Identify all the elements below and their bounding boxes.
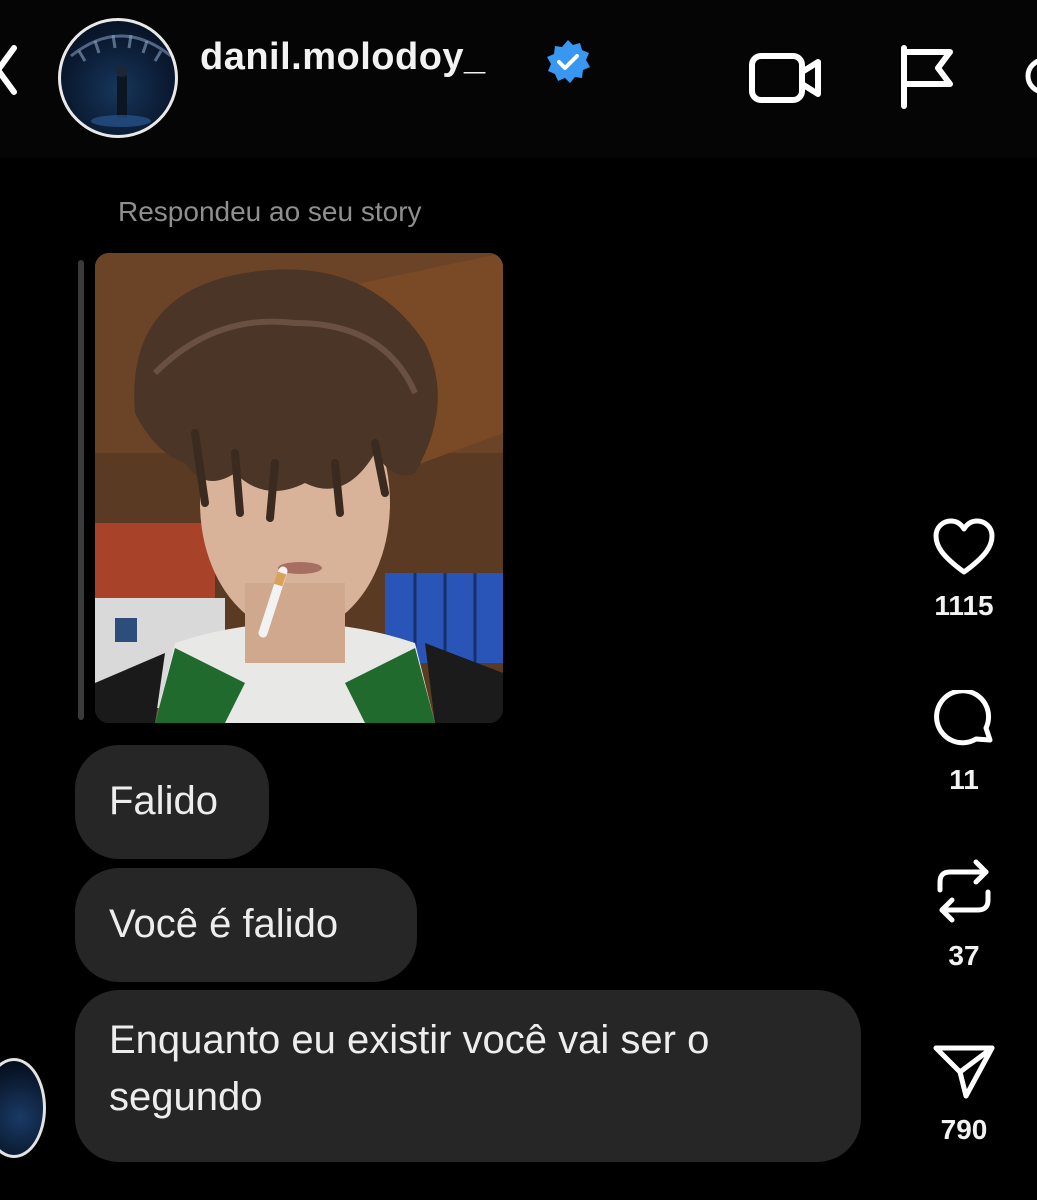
story-reply-label: Respondeu ao seu story <box>118 196 422 227</box>
story-photo <box>95 253 503 723</box>
message-bubble[interactable]: Você é falido <box>75 868 417 982</box>
username[interactable]: danil.molodoy_ <box>200 36 486 79</box>
quote-bar <box>78 260 84 720</box>
back-icon[interactable] <box>0 40 18 100</box>
sender-avatar[interactable] <box>0 1058 46 1158</box>
avatar-photo <box>70 34 172 127</box>
repost-count: 37 <box>948 940 980 971</box>
comment-action[interactable]: 11 <box>922 690 1006 796</box>
comment-count: 11 <box>949 764 979 795</box>
avatar[interactable] <box>58 18 178 138</box>
like-action[interactable]: 1115 <box>922 518 1006 622</box>
message-text: Você é falido <box>109 902 339 946</box>
share-count: 790 <box>940 1114 988 1145</box>
verified-icon <box>547 40 590 83</box>
message-bubble[interactable]: Enquanto eu existir você vai ser o segun… <box>75 990 861 1162</box>
like-count: 1115 <box>934 590 994 621</box>
send-icon[interactable] <box>932 1042 996 1100</box>
share-action[interactable]: 790 <box>922 1042 1006 1146</box>
repost-action[interactable]: 37 <box>922 856 1006 972</box>
message-text: Falido <box>109 779 218 823</box>
heart-icon[interactable] <box>932 518 996 576</box>
comment-icon[interactable] <box>932 690 996 750</box>
story-preview-image[interactable] <box>95 253 503 723</box>
message-text: Enquanto eu existir você vai ser o segun… <box>109 1018 710 1119</box>
flag-icon[interactable] <box>896 44 958 110</box>
chat-header: danil.molodoy_ <box>0 0 1037 158</box>
info-icon[interactable] <box>1024 46 1037 106</box>
video-call-icon[interactable] <box>748 48 824 108</box>
message-bubble[interactable]: Falido <box>75 745 269 859</box>
repost-icon[interactable] <box>932 856 996 926</box>
